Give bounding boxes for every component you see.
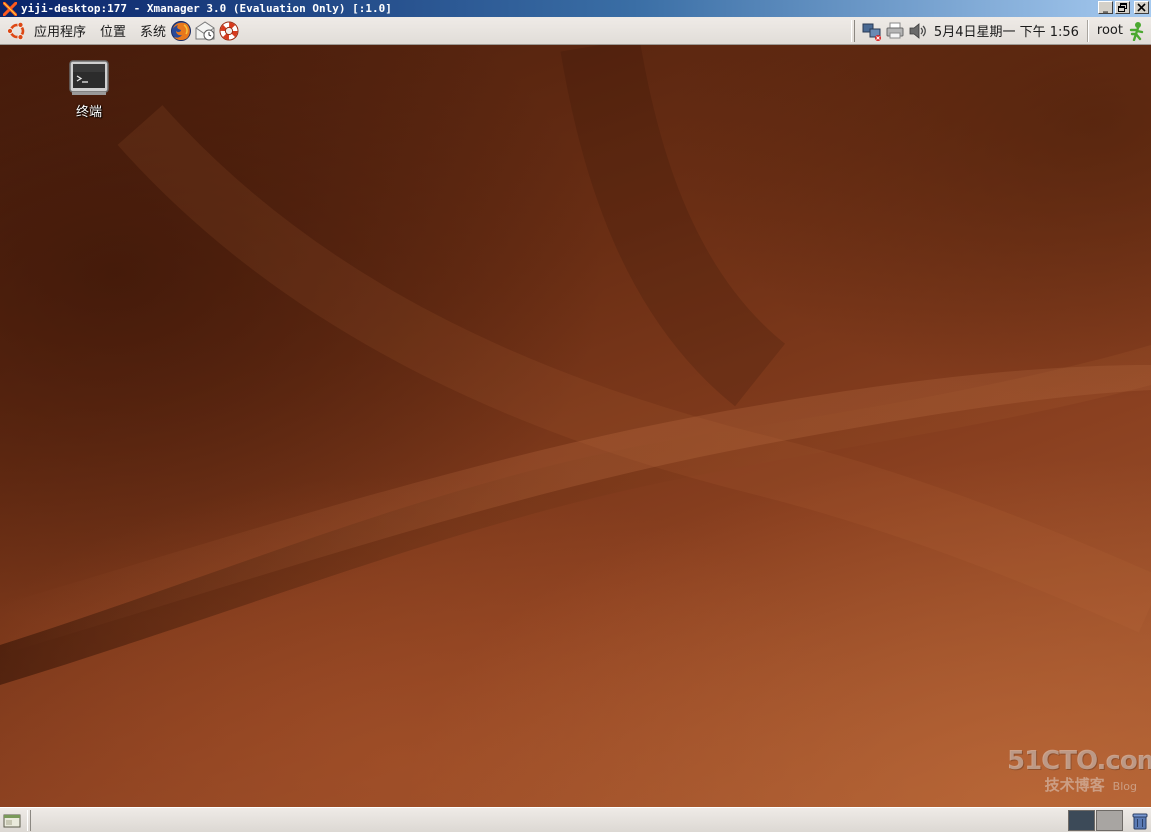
desktop-background[interactable]: 终端 51CTO.com 技术博客 Blog — [0, 45, 1151, 807]
menu-places[interactable]: 位置 — [100, 21, 126, 40]
volume-icon[interactable] — [907, 20, 929, 42]
minimize-button[interactable]: _ — [1098, 1, 1113, 14]
workspace-1[interactable] — [1068, 810, 1095, 831]
top-panel: 应用程序 位置 系统 5月4日星期一 下午 1:56 root — [0, 17, 1151, 45]
panel-status-area: 5月4日星期一 下午 1:56 root — [850, 17, 1151, 44]
menu-applications[interactable]: 应用程序 — [34, 21, 86, 40]
watermark-sub-text: 技术博客 — [1044, 776, 1105, 794]
fast-user-switch-icon[interactable] — [1127, 21, 1145, 41]
bottom-panel-handle[interactable] — [27, 810, 31, 831]
panel-drag-handle[interactable] — [850, 19, 855, 42]
help-lifebuoy-icon[interactable] — [218, 20, 240, 42]
workspace-switcher — [1068, 810, 1123, 831]
trash-icon[interactable] — [1130, 810, 1150, 831]
panel-menu-bar: 应用程序 位置 系统 — [6, 17, 242, 44]
close-button[interactable] — [1134, 1, 1149, 14]
bottom-panel — [0, 807, 1151, 832]
firefox-icon[interactable] — [170, 20, 192, 42]
screen: yiji-desktop:177 - Xmanager 3.0 (Evaluat… — [0, 0, 1151, 832]
desktop-icon-terminal[interactable]: 终端 — [60, 59, 118, 120]
watermark-main: 51CTO.com — [1007, 746, 1151, 776]
workspace-2[interactable] — [1096, 810, 1123, 831]
wallpaper-swoosh — [0, 45, 1151, 685]
show-desktop-icon[interactable] — [2, 811, 22, 831]
xmanager-x-icon — [2, 1, 18, 17]
ubuntu-logo-icon[interactable] — [6, 20, 28, 42]
panel-separator — [1086, 19, 1089, 42]
clock[interactable]: 5月4日星期一 下午 1:56 — [934, 21, 1079, 40]
user-switcher-label[interactable]: root — [1097, 23, 1123, 38]
network-icon[interactable] — [861, 20, 883, 42]
xmanager-title-bar[interactable]: yiji-desktop:177 - Xmanager 3.0 (Evaluat… — [0, 0, 1151, 17]
window-controls: _ — [1098, 1, 1149, 14]
printer-icon[interactable] — [884, 20, 906, 42]
watermark-blog: Blog — [1112, 780, 1137, 793]
mail-icon[interactable] — [194, 20, 216, 42]
restore-button[interactable] — [1115, 1, 1130, 14]
menu-system[interactable]: 系统 — [140, 21, 166, 40]
restore-icon — [1118, 3, 1127, 12]
watermark-sub: 技术博客 Blog — [1007, 775, 1137, 797]
desktop-icon-label: 终端 — [75, 105, 102, 120]
window-title: yiji-desktop:177 - Xmanager 3.0 (Evaluat… — [21, 2, 392, 15]
terminal-icon — [68, 59, 110, 97]
close-icon — [1137, 3, 1146, 12]
watermark-51cto: 51CTO.com 技术博客 Blog — [1007, 746, 1151, 807]
